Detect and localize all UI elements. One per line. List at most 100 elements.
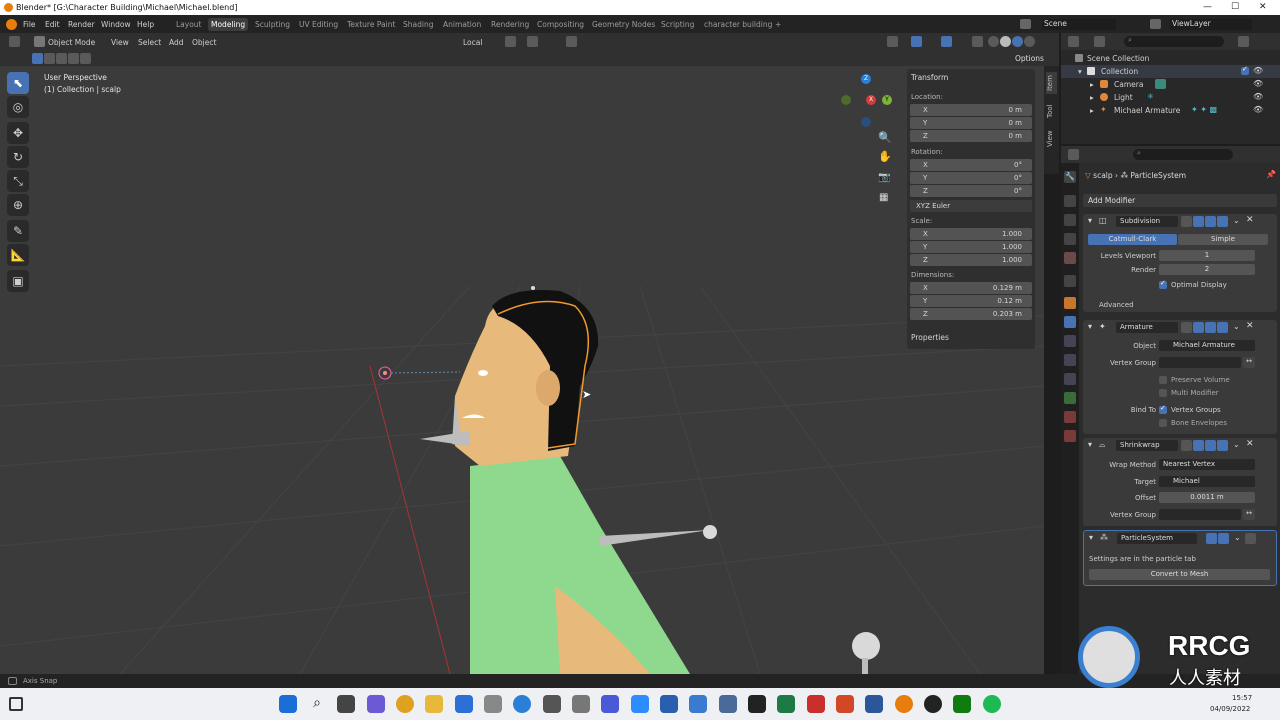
outliner-scene-collection[interactable]: Scene Collection xyxy=(1061,52,1280,65)
xray-icon[interactable] xyxy=(972,36,983,47)
multi-modifier-checkbox[interactable] xyxy=(1159,389,1167,397)
menu-edit[interactable]: Edit xyxy=(45,20,60,29)
render-tab-icon[interactable] xyxy=(1064,195,1076,207)
menu-file[interactable]: File xyxy=(23,20,36,29)
tab-view[interactable]: View xyxy=(1046,128,1057,150)
scale-z-field[interactable]: Z 1.000 xyxy=(910,254,1032,266)
eye-icon[interactable]: 👁 xyxy=(1253,92,1263,101)
transform-header[interactable]: Transform xyxy=(911,73,948,82)
viewport-toggle-icon[interactable] xyxy=(1205,322,1216,333)
dimensions-x-field[interactable]: X 0.129 m xyxy=(910,282,1032,294)
powerpoint-icon[interactable] xyxy=(836,695,854,713)
render-toggle-icon[interactable] xyxy=(1217,322,1228,333)
outliner-search-input[interactable]: ⌕ xyxy=(1124,36,1224,47)
subdivision-name-field[interactable]: Subdivision xyxy=(1116,216,1178,227)
properties-editor-icon[interactable] xyxy=(1068,149,1079,160)
tab-character-building[interactable]: character building xyxy=(704,20,772,29)
shrinkwrap-vertex-group-field[interactable] xyxy=(1159,509,1241,520)
collapse-chevron-icon[interactable]: ▾ xyxy=(1088,322,1092,331)
tab-animation[interactable]: Animation xyxy=(443,20,481,29)
maximize-icon[interactable]: ☐ xyxy=(1231,2,1239,12)
armature-object-field[interactable]: Michael Armature xyxy=(1159,340,1255,351)
material-tab-icon[interactable] xyxy=(1064,411,1076,423)
body-shirt[interactable] xyxy=(470,456,690,674)
screenshot-app-icon[interactable] xyxy=(543,695,561,713)
location-x-field[interactable]: X0 m xyxy=(910,104,1032,116)
tab-scripting[interactable]: Scripting xyxy=(661,20,694,29)
pin-icon[interactable]: 📌 xyxy=(1266,170,1276,179)
data-tab-icon[interactable] xyxy=(1064,392,1076,404)
scene-icon[interactable] xyxy=(1020,19,1031,29)
gizmo-x-axis[interactable]: X xyxy=(866,95,876,105)
bone-envelopes-checkbox[interactable] xyxy=(1159,419,1167,427)
outliner-light[interactable]: ▸ Light ✳ 👁 xyxy=(1061,91,1280,104)
3d-viewport[interactable]: User Perspective (1) Collection | scalp … xyxy=(0,66,1044,674)
menu-view[interactable]: View xyxy=(111,38,129,47)
proportional-edit-icon[interactable] xyxy=(566,36,577,47)
translate-app-icon[interactable] xyxy=(572,695,590,713)
scale-y-field[interactable]: Y 1.000 xyxy=(910,241,1032,253)
transform-tool-icon[interactable]: ⊕ xyxy=(7,194,29,216)
store-icon[interactable] xyxy=(455,695,473,713)
advanced-subpanel[interactable]: Advanced xyxy=(1099,301,1134,309)
tab-layout[interactable]: Layout xyxy=(176,20,202,29)
cage-toggle-icon[interactable] xyxy=(1193,322,1204,333)
blender-menu-icon[interactable] xyxy=(6,19,17,30)
photos-app-icon[interactable] xyxy=(689,695,707,713)
menu-select[interactable]: Select xyxy=(138,38,161,47)
tab-rendering[interactable]: Rendering xyxy=(491,20,529,29)
viewport-toggle-icon[interactable] xyxy=(1205,216,1216,227)
solid-shading-icon[interactable] xyxy=(1000,36,1011,47)
excel-icon[interactable] xyxy=(777,695,795,713)
eye-icon[interactable]: 👁 xyxy=(1253,66,1263,75)
tab-sculpting[interactable]: Sculpting xyxy=(255,20,290,29)
filter-icon[interactable] xyxy=(1238,36,1249,47)
tab-modeling[interactable]: Modeling xyxy=(208,18,249,31)
rotation-mode-dropdown[interactable]: XYZ Euler xyxy=(910,200,1032,212)
headset-app-icon[interactable] xyxy=(513,695,531,713)
texture-tab-icon[interactable] xyxy=(1064,430,1076,442)
visibility-icon[interactable] xyxy=(887,36,898,47)
select-box-icon[interactable] xyxy=(32,53,43,64)
editor-type-icon[interactable] xyxy=(9,36,20,47)
select-extend-icon[interactable] xyxy=(44,53,55,64)
render-toggle-icon[interactable] xyxy=(1217,216,1228,227)
annotate-tool-icon[interactable]: ✎ xyxy=(7,220,29,242)
offset-field[interactable]: 0.0011 m xyxy=(1159,492,1255,503)
gizmo-y-axis[interactable]: Y xyxy=(882,95,892,105)
select-invert-icon[interactable] xyxy=(68,53,79,64)
xbox-icon[interactable] xyxy=(953,695,971,713)
view-layer-name[interactable]: ViewLayer xyxy=(1170,19,1252,30)
edit-mode-toggle-icon[interactable] xyxy=(1181,322,1192,333)
tab-uv-editing[interactable]: UV Editing xyxy=(299,20,338,29)
outliner-editor-icon[interactable] xyxy=(1068,36,1079,47)
pen-app-icon[interactable] xyxy=(484,695,502,713)
display-mode-icon[interactable] xyxy=(1094,36,1105,47)
tab-shading[interactable]: Shading xyxy=(403,20,433,29)
viewlayer-icon[interactable] xyxy=(1150,19,1161,29)
collection-checkbox[interactable] xyxy=(1241,65,1249,75)
cursor-tool-icon[interactable]: ◎ xyxy=(7,96,29,118)
snap-icon[interactable] xyxy=(527,36,538,47)
location-y-field[interactable]: Y0 m xyxy=(910,117,1032,129)
collapse-chevron-icon[interactable]: ▾ xyxy=(1089,533,1093,542)
ortho-toggle-icon[interactable]: ▦ xyxy=(879,192,888,203)
cage-toggle-icon[interactable] xyxy=(1193,440,1204,451)
add-workspace-button[interactable]: + xyxy=(775,20,781,29)
zoom-app-icon[interactable] xyxy=(631,695,649,713)
menu-help[interactable]: Help xyxy=(137,20,154,29)
render-levels-field[interactable]: 2 xyxy=(1159,264,1255,275)
spotify-icon[interactable] xyxy=(983,695,1001,713)
cage-toggle-icon[interactable] xyxy=(1193,216,1204,227)
video-app-icon[interactable] xyxy=(660,695,678,713)
collapse-chevron-icon[interactable]: ▾ xyxy=(1088,216,1092,225)
view-layer-tab-icon[interactable] xyxy=(1064,233,1076,245)
scene-name[interactable]: Scene xyxy=(1042,19,1116,30)
gizmo-toggle-icon[interactable] xyxy=(911,36,922,47)
tool-tab-icon[interactable]: 🔧 xyxy=(1064,171,1076,183)
start-icon[interactable] xyxy=(279,695,297,713)
task-view-icon[interactable] xyxy=(337,695,355,713)
minimize-icon[interactable]: — xyxy=(1203,2,1212,12)
remove-modifier-icon[interactable]: ✕ xyxy=(1246,215,1254,225)
media-player-icon[interactable] xyxy=(924,695,942,713)
